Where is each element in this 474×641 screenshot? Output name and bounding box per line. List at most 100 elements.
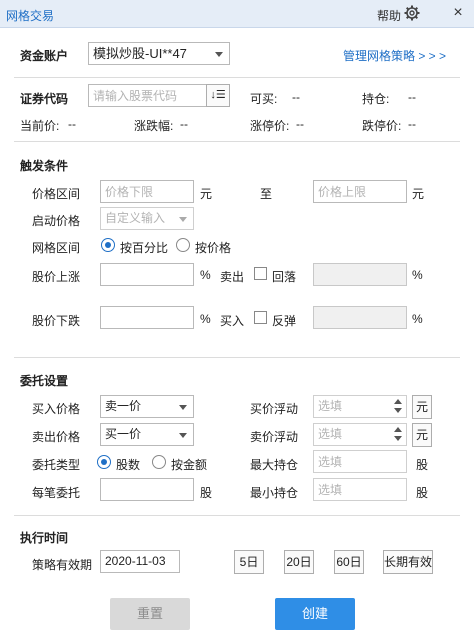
close-icon[interactable]: ×: [448, 3, 468, 23]
window-title: 网格交易: [6, 9, 55, 23]
radio-by-price[interactable]: [176, 238, 190, 252]
divider: [14, 515, 460, 516]
chevron-down-icon: [179, 405, 187, 410]
sell-float-placeholder: 选填: [318, 427, 343, 441]
gear-icon[interactable]: [404, 5, 420, 21]
percent-unit: %: [200, 268, 211, 282]
limit-down-value: --: [408, 117, 416, 131]
percent-unit: %: [412, 312, 423, 326]
title-bar: 网格交易 帮助 ×: [0, 0, 474, 28]
reset-button[interactable]: 重置: [110, 598, 190, 630]
unit-share: 股: [416, 486, 429, 500]
account-select-value: 模拟炒股-UI**47: [93, 46, 187, 61]
radio-by-shares[interactable]: [97, 455, 111, 469]
buy-price-label: 买入价格: [32, 402, 81, 416]
validity-label: 策略有效期: [32, 558, 93, 572]
security-code-label: 证券代码: [20, 92, 69, 106]
account-label: 资金账户: [20, 49, 69, 63]
pullback-input[interactable]: [313, 263, 407, 286]
unit-share: 股: [416, 458, 429, 472]
buy-price-select[interactable]: 卖一价: [100, 395, 194, 418]
buy-float-unit-button[interactable]: 元: [412, 395, 432, 419]
start-price-select[interactable]: 自定义输入: [100, 207, 194, 230]
min-hold-input[interactable]: [313, 478, 407, 501]
buy-float-label: 买价浮动: [250, 402, 299, 416]
validity-date-input[interactable]: 2020-11-03: [100, 550, 180, 573]
validity-60d-button[interactable]: 60日: [334, 550, 364, 574]
security-code-input[interactable]: [88, 84, 208, 107]
each-order-label: 每笔委托: [32, 486, 81, 500]
by-price-label[interactable]: 按价格: [195, 239, 231, 256]
radio-by-percent[interactable]: [101, 238, 115, 252]
unit-yuan: 元: [412, 187, 425, 201]
max-hold-label: 最大持仓: [250, 458, 299, 472]
buy-price-select-value: 卖一价: [105, 399, 142, 413]
pullback-checkbox[interactable]: [254, 267, 267, 280]
buy-float-placeholder: 选填: [318, 399, 343, 413]
holding-label: 持仓:: [362, 92, 390, 106]
trigger-section-title: 触发条件: [20, 159, 69, 173]
by-amount-label[interactable]: 按金额: [171, 456, 207, 473]
divider: [14, 357, 460, 358]
current-price-value: --: [68, 117, 76, 131]
grid-range-label: 网格区间: [32, 241, 81, 255]
start-price-select-value: 自定义输入: [105, 211, 166, 225]
change-pct-label: 涨跌幅:: [134, 119, 174, 133]
order-section-title: 委托设置: [20, 374, 69, 388]
sell-float-label: 卖价浮动: [250, 430, 299, 444]
price-upper-input[interactable]: [313, 180, 407, 203]
limit-up-label: 涨停价:: [250, 119, 290, 133]
help-link[interactable]: 帮助: [377, 7, 401, 24]
spinner-icon[interactable]: [394, 399, 402, 414]
sell-price-select[interactable]: 买一价: [100, 423, 194, 446]
max-hold-input[interactable]: [313, 450, 407, 473]
unit-share: 股: [200, 486, 213, 500]
rebound-checkbox[interactable]: [254, 311, 267, 324]
divider: [14, 77, 460, 78]
price-lower-input[interactable]: [100, 180, 194, 203]
change-pct-value: --: [180, 117, 188, 131]
pullback-label: 回落: [272, 270, 297, 284]
sell-price-select-value: 买一价: [105, 427, 142, 441]
price-fall-label: 股价下跌: [32, 314, 81, 328]
price-rise-label: 股价上涨: [32, 270, 81, 284]
sell-float-unit-button[interactable]: 元: [412, 423, 432, 447]
buy-float-input[interactable]: 选填: [313, 395, 407, 418]
price-fall-input[interactable]: [100, 306, 194, 329]
rebound-label: 反弹: [272, 314, 297, 328]
order-type-label: 委托类型: [32, 458, 81, 472]
rebound-input[interactable]: [313, 306, 407, 329]
validity-20d-button[interactable]: 20日: [284, 550, 314, 574]
sort-icon[interactable]: ↓☰: [206, 84, 230, 107]
unit-yuan: 元: [200, 187, 213, 201]
sell-price-label: 卖出价格: [32, 430, 81, 444]
min-hold-label: 最小持仓: [250, 486, 299, 500]
exec-section-title: 执行时间: [20, 531, 69, 545]
validity-long-button[interactable]: 长期有效: [383, 550, 433, 574]
sell-label: 卖出: [220, 270, 245, 284]
spinner-icon[interactable]: [394, 427, 402, 442]
current-price-label: 当前价:: [20, 119, 60, 133]
account-select[interactable]: 模拟炒股-UI**47: [88, 42, 230, 65]
price-rise-input[interactable]: [100, 263, 194, 286]
holding-value: --: [408, 90, 416, 104]
percent-unit: %: [412, 268, 423, 282]
limit-down-label: 跌停价:: [362, 119, 402, 133]
can-buy-label: 可买:: [250, 92, 278, 106]
limit-up-value: --: [296, 117, 304, 131]
chevron-down-icon: [179, 433, 187, 438]
manage-strategy-link[interactable]: 管理网格策略 > > >: [343, 47, 446, 64]
chevron-down-icon: [179, 217, 187, 222]
validity-5d-button[interactable]: 5日: [234, 550, 264, 574]
chevron-down-icon: [215, 52, 223, 57]
percent-unit: %: [200, 312, 211, 326]
radio-by-amount[interactable]: [152, 455, 166, 469]
divider: [14, 141, 460, 142]
by-shares-label[interactable]: 股数: [116, 456, 140, 473]
each-order-input[interactable]: [100, 478, 194, 501]
create-button[interactable]: 创建: [275, 598, 355, 630]
buy-label: 买入: [220, 314, 245, 328]
by-percent-label[interactable]: 按百分比: [120, 239, 168, 256]
price-range-label: 价格区间: [32, 187, 81, 201]
sell-float-input[interactable]: 选填: [313, 423, 407, 446]
